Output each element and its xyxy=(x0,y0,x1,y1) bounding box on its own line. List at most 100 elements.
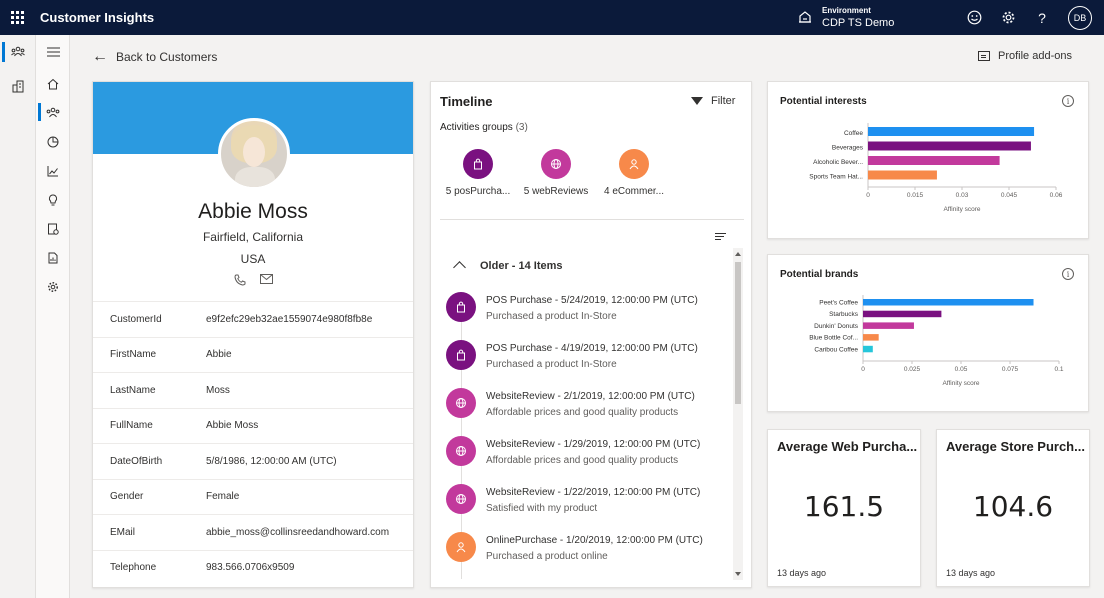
email-icon[interactable] xyxy=(259,274,273,284)
bar xyxy=(863,334,879,341)
potential-brands-card: Potential brands i Peet's Coffee Starbuck… xyxy=(767,254,1089,412)
x-tick-label: 0.03 xyxy=(956,192,969,199)
sort-lines-icon[interactable] xyxy=(715,233,726,242)
attribute-value: Moss xyxy=(206,384,230,396)
category-label: Starbucks xyxy=(829,311,859,318)
divider xyxy=(440,219,744,220)
timeline-item-badge xyxy=(446,340,476,370)
attribute-key: FirstName xyxy=(110,349,157,361)
intelligence-lightbulb-icon[interactable] xyxy=(36,185,70,214)
customer-name: Abbie Moss xyxy=(198,200,308,223)
activity-group-badge xyxy=(463,149,493,179)
contact-card-icon xyxy=(978,51,990,61)
timeline-item[interactable]: OnlinePurchase - 1/20/2019, 12:00:00 PM … xyxy=(446,532,736,579)
attribute-row: FirstName Abbie xyxy=(93,336,413,373)
activity-group-label: 5 webReviews xyxy=(523,186,589,197)
app-title[interactable]: Customer Insights xyxy=(40,10,154,25)
timeline-item[interactable]: WebsiteReview - 2/1/2019, 12:00:00 PM (U… xyxy=(446,388,736,436)
attribute-key: LastName xyxy=(110,384,156,396)
activity-group[interactable]: 5 webReviews xyxy=(517,149,595,197)
timeline-item[interactable]: WebsiteReview - 1/22/2019, 12:00:00 PM (… xyxy=(446,484,736,532)
attribute-row: CustomerId e9f2efc29eb32ae1559074e980f8fb… xyxy=(93,301,413,337)
environment-picker[interactable]: Environment CDP TS Demo xyxy=(798,5,894,29)
attribute-row: Telephone 983.566.0706x9509 xyxy=(93,549,413,586)
bar xyxy=(868,127,1035,136)
attribute-value: abbie_moss@collinsreedandhoward.com xyxy=(206,526,390,538)
environment-value: CDP TS Demo xyxy=(822,17,895,29)
scroll-down-arrow-icon[interactable] xyxy=(735,572,741,576)
customer-insights-app-icon[interactable] xyxy=(0,35,36,69)
attribute-key: CustomerId xyxy=(110,313,162,325)
bar xyxy=(868,170,937,180)
phone-icon[interactable] xyxy=(233,274,246,286)
app-launcher-button[interactable] xyxy=(0,0,34,35)
segments-pie-icon[interactable] xyxy=(36,127,70,156)
attribute-value: 5/8/1986, 12:00:00 AM (UTC) xyxy=(206,455,337,467)
reports-document-icon[interactable] xyxy=(36,243,70,272)
timeline-scrollbar[interactable] xyxy=(733,248,743,580)
data-sources-icon[interactable] xyxy=(36,214,70,243)
shopping-bag-icon xyxy=(474,158,482,170)
category-label: Caribou Coffee xyxy=(814,346,858,353)
timeline-title: Timeline xyxy=(440,94,493,109)
timeline-item-badge xyxy=(446,484,476,514)
scroll-up-arrow-icon[interactable] xyxy=(735,252,741,256)
person-icon xyxy=(456,542,466,553)
customers-icon[interactable] xyxy=(36,98,70,127)
potential-interests-card: Potential interests i Coffee Beverages Alc… xyxy=(767,81,1089,239)
menu-hamburger-icon[interactable] xyxy=(36,35,70,69)
globe-icon xyxy=(456,494,466,504)
timeline-card: Timeline Filter Activities groups (3) 5 … xyxy=(430,81,752,588)
measures-chart-icon[interactable] xyxy=(36,156,70,185)
attribute-key: FullName xyxy=(110,420,153,432)
activity-group[interactable]: 4 eCommer... xyxy=(595,149,673,197)
x-tick-label: 0 xyxy=(866,192,870,199)
category-label: Peet's Coffee xyxy=(819,300,858,307)
groups-label-text: Activities groups xyxy=(440,122,513,133)
timeline-item-subtitle: Affordable prices and good quality produ… xyxy=(486,455,679,466)
category-label: Sports Team Hat... xyxy=(809,174,863,181)
activity-group-badge xyxy=(541,149,571,179)
feedback-smiley-icon[interactable] xyxy=(966,10,982,26)
activities-groups-label: Activities groups (3) xyxy=(440,122,528,133)
chevron-up-icon xyxy=(453,261,466,274)
profile-addons-button[interactable]: Profile add-ons xyxy=(978,50,1072,62)
customer-profile-card: Abbie Moss Fairfield, California USA Cus… xyxy=(92,81,414,588)
user-avatar[interactable]: DB xyxy=(1068,5,1092,30)
top-bar: Customer Insights Environment CDP TS Dem… xyxy=(0,0,1104,35)
x-axis-title: Affinity score xyxy=(943,206,980,213)
filter-funnel-icon xyxy=(691,97,703,105)
back-to-customers-link[interactable]: ← Back to Customers xyxy=(92,48,217,66)
shopping-bag-icon xyxy=(457,301,465,313)
organization-icon[interactable] xyxy=(0,69,36,103)
scrollbar-thumb[interactable] xyxy=(735,262,741,404)
home-icon[interactable] xyxy=(36,69,70,98)
x-tick-label: 0.025 xyxy=(904,366,921,373)
settings-gear-icon[interactable] xyxy=(1000,10,1016,26)
filter-button[interactable]: Filter xyxy=(691,95,735,107)
attribute-value: 983.566.0706x9509 xyxy=(206,562,295,574)
admin-gear-icon[interactable] xyxy=(36,272,70,301)
timeline-item-title: WebsiteReview - 1/22/2019, 12:00:00 PM (… xyxy=(486,487,701,498)
potential-interests-chart: Coffee Beverages Alcoholic Bever... Sports … xyxy=(809,123,1063,213)
timeline-item-subtitle: Purchased a product In-Store xyxy=(486,311,617,322)
timeline-item[interactable]: POS Purchase - 5/24/2019, 12:00:00 PM (U… xyxy=(446,292,736,340)
timeline-item[interactable]: POS Purchase - 4/19/2019, 12:00:00 PM (U… xyxy=(446,340,736,388)
attribute-row: EMail abbie_moss@collinsreedandhoward.com xyxy=(93,514,413,550)
kpi-updated: 13 days ago xyxy=(946,568,996,578)
timeline-item-subtitle: Satisfied with my product xyxy=(486,503,598,514)
activity-group-label: 4 eCommer... xyxy=(603,186,665,197)
timeline-item-title: POS Purchase - 5/24/2019, 12:00:00 PM (U… xyxy=(486,295,698,306)
older-section-header[interactable]: Older - 14 Items xyxy=(453,259,563,274)
timeline-item[interactable]: WebsiteReview - 1/29/2019, 12:00:00 PM (… xyxy=(446,436,736,484)
help-icon[interactable]: ? xyxy=(1034,10,1050,26)
activity-group-label: 5 posPurcha... xyxy=(445,186,511,197)
shopping-bag-icon xyxy=(457,349,465,361)
x-tick-label: 0.045 xyxy=(1001,192,1018,199)
activity-group[interactable]: 5 posPurcha... xyxy=(439,149,517,197)
attribute-value: Abbie xyxy=(206,349,232,361)
kpi-value: 104.6 xyxy=(972,490,1054,523)
bar xyxy=(868,156,1000,165)
person-icon xyxy=(629,159,639,170)
attribute-key: EMail xyxy=(110,526,136,538)
